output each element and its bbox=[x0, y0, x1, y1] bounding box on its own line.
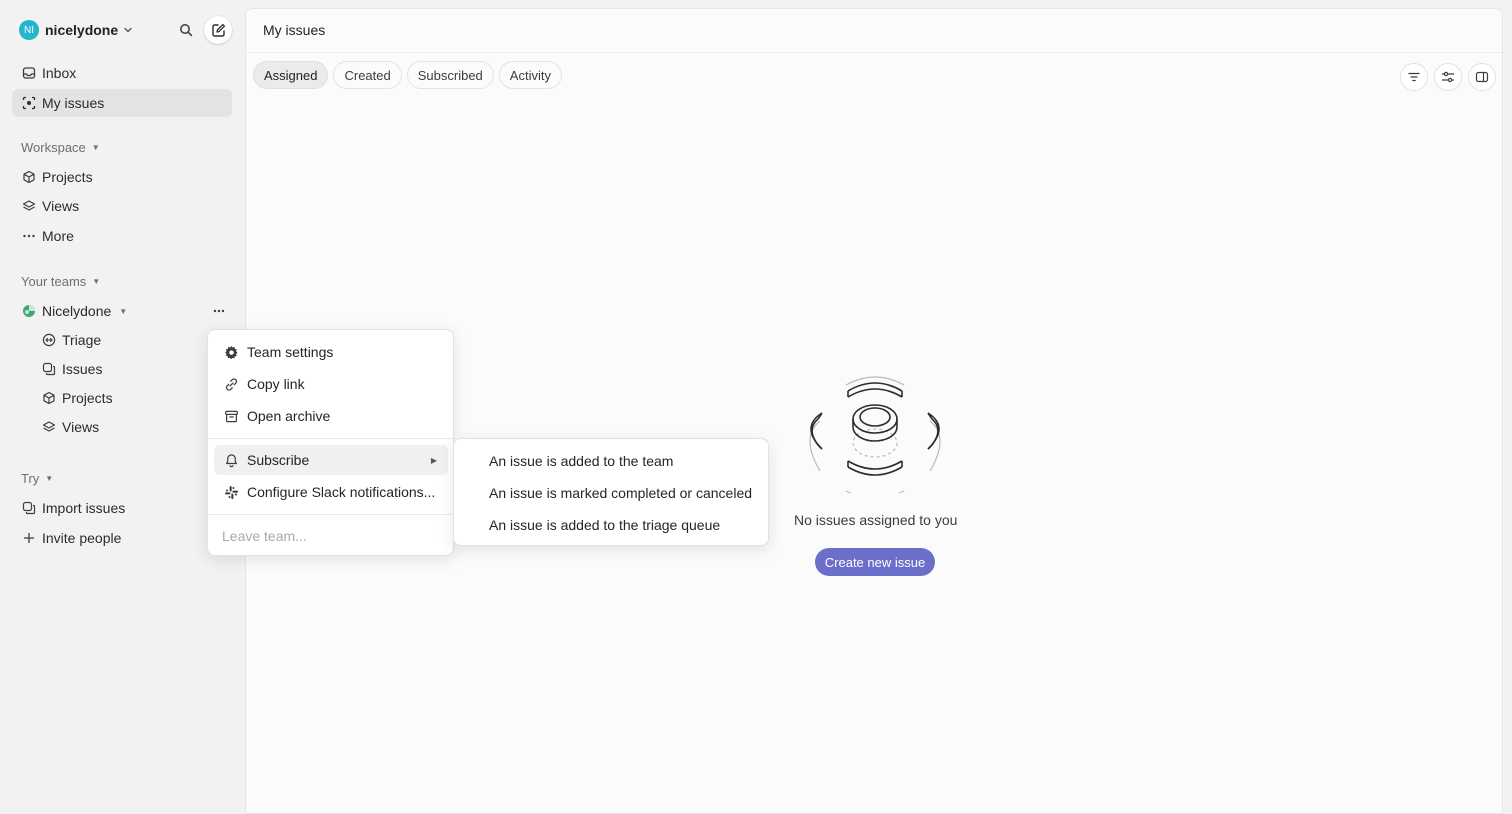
filter-icon bbox=[1407, 70, 1421, 84]
team-more-button[interactable] bbox=[212, 304, 226, 318]
sidebar-item-label: Invite people bbox=[42, 530, 122, 546]
more-icon bbox=[22, 229, 36, 243]
submenu-item-issue-added[interactable]: An issue is added to the team bbox=[489, 453, 673, 469]
sidebar-item-team-projects[interactable]: Projects bbox=[32, 384, 232, 412]
sidebar-item-label: Projects bbox=[42, 169, 93, 185]
sidebar-item-label: Projects bbox=[62, 390, 113, 406]
tab-assigned[interactable]: Assigned bbox=[253, 61, 329, 89]
menu-item-label: Team settings bbox=[247, 344, 334, 360]
target-icon bbox=[22, 96, 36, 110]
archive-icon bbox=[223, 408, 239, 424]
menu-item-label: Configure Slack notifications... bbox=[247, 484, 436, 500]
triage-icon bbox=[42, 333, 56, 347]
caret-down-icon: ▼ bbox=[92, 277, 101, 286]
workspace-name: nicelydone bbox=[45, 22, 119, 38]
import-icon bbox=[22, 501, 36, 515]
menu-item-copy-link[interactable]: Copy link bbox=[214, 369, 448, 399]
subscribe-submenu: An issue is added to the team An issue i… bbox=[453, 438, 769, 546]
link-icon bbox=[223, 376, 239, 392]
submenu-arrow-icon: ▶ bbox=[430, 455, 437, 465]
search-icon bbox=[179, 23, 193, 37]
tab-subscribed[interactable]: Subscribed bbox=[406, 61, 494, 89]
layers-icon bbox=[42, 420, 56, 434]
sidebar-item-label: More bbox=[42, 228, 74, 244]
menu-item-open-archive[interactable]: Open archive bbox=[214, 401, 448, 431]
menu-item-label: Open archive bbox=[247, 408, 331, 424]
sidebar-item-views[interactable]: Views bbox=[12, 192, 232, 220]
empty-state-illustration bbox=[794, 371, 956, 493]
caret-down-icon: ▼ bbox=[91, 143, 100, 152]
menu-item-label: Leave team... bbox=[222, 528, 307, 544]
compose-icon bbox=[211, 23, 226, 38]
sliders-icon bbox=[1441, 70, 1455, 84]
sidebar-item-label: Triage bbox=[62, 332, 102, 348]
menu-item-label: Subscribe bbox=[247, 452, 310, 468]
caret-down-icon: ▼ bbox=[45, 474, 54, 483]
page-title: My issues bbox=[263, 22, 326, 38]
sidebar-item-more[interactable]: More bbox=[12, 222, 232, 250]
menu-item-subscribe[interactable]: Subscribe ▶ bbox=[214, 445, 448, 475]
empty-state-message: No issues assigned to you bbox=[794, 512, 958, 528]
tab-created[interactable]: Created bbox=[333, 61, 402, 89]
teams-section-toggle[interactable]: Your teams ▼ bbox=[21, 274, 100, 289]
sidebar-item-label: Views bbox=[62, 419, 100, 435]
header-divider bbox=[246, 52, 1502, 53]
tab-activity[interactable]: Activity bbox=[498, 61, 562, 89]
plus-icon bbox=[22, 531, 36, 545]
sidebar-item-label: Views bbox=[42, 198, 80, 214]
new-issue-button[interactable] bbox=[204, 16, 232, 44]
issue-tabs: Assigned Created Subscribed Activity bbox=[253, 61, 567, 89]
workspace-section-toggle[interactable]: Workspace ▼ bbox=[21, 140, 100, 155]
slack-icon bbox=[223, 484, 239, 500]
submenu-item-issue-completed[interactable]: An issue is marked completed or canceled bbox=[489, 485, 752, 501]
gear-icon bbox=[223, 344, 239, 360]
sidebar-item-projects[interactable]: Projects bbox=[12, 163, 232, 191]
workspace-switcher[interactable]: NI nicelydone bbox=[19, 19, 133, 41]
layers-icon bbox=[22, 199, 36, 213]
menu-item-configure-slack[interactable]: Configure Slack notifications... bbox=[214, 477, 448, 507]
sidebar-item-invite-people[interactable]: Invite people bbox=[12, 524, 232, 552]
menu-item-label: Copy link bbox=[247, 376, 305, 392]
submenu-item-issue-triage[interactable]: An issue is added to the triage queue bbox=[489, 517, 720, 533]
menu-divider bbox=[208, 514, 453, 515]
section-label: Workspace bbox=[21, 140, 86, 155]
sidebar-item-label: My issues bbox=[42, 95, 105, 111]
toggle-sidepanel-button[interactable] bbox=[1468, 63, 1496, 91]
cube-icon bbox=[42, 391, 56, 405]
sidebar-item-label: Issues bbox=[62, 361, 103, 377]
section-label: Your teams bbox=[21, 274, 87, 289]
menu-divider bbox=[208, 438, 453, 439]
caret-down-icon: ▼ bbox=[119, 306, 128, 316]
sidebar-item-my-issues[interactable]: My issues bbox=[12, 89, 232, 117]
team-icon bbox=[22, 304, 36, 318]
sidebar-item-triage[interactable]: Triage bbox=[32, 326, 232, 354]
inbox-icon bbox=[22, 66, 36, 80]
search-button[interactable] bbox=[176, 20, 196, 40]
menu-item-leave-team[interactable]: Leave team... bbox=[214, 521, 448, 551]
sidebar-item-import-issues[interactable]: Import issues bbox=[12, 494, 232, 522]
workspace-avatar: NI bbox=[19, 20, 39, 40]
sidebar-item-label: Import issues bbox=[42, 500, 126, 516]
sidebar-item-issues[interactable]: Issues bbox=[32, 355, 232, 383]
section-label: Try bbox=[21, 471, 40, 486]
sidebar-item-team-views[interactable]: Views bbox=[32, 413, 232, 441]
cube-icon bbox=[22, 170, 36, 184]
chevron-down-icon bbox=[123, 25, 133, 35]
bell-icon bbox=[223, 452, 239, 468]
display-options-button[interactable] bbox=[1434, 63, 1462, 91]
create-issue-button[interactable]: Create new issue bbox=[815, 548, 935, 576]
menu-item-team-settings[interactable]: Team settings bbox=[214, 337, 448, 367]
issues-icon bbox=[42, 362, 56, 376]
sidebar-item-inbox[interactable]: Inbox bbox=[12, 59, 232, 87]
team-context-menu: Team settings Copy link Open archive Sub… bbox=[207, 329, 454, 556]
team-name: Nicelydone bbox=[42, 303, 112, 319]
sidebar-item-label: Inbox bbox=[42, 65, 77, 81]
sidepanel-icon bbox=[1475, 70, 1489, 84]
team-nicelydone[interactable]: Nicelydone ▼ bbox=[12, 297, 232, 325]
filter-button[interactable] bbox=[1400, 63, 1428, 91]
try-section-toggle[interactable]: Try ▼ bbox=[21, 471, 53, 486]
